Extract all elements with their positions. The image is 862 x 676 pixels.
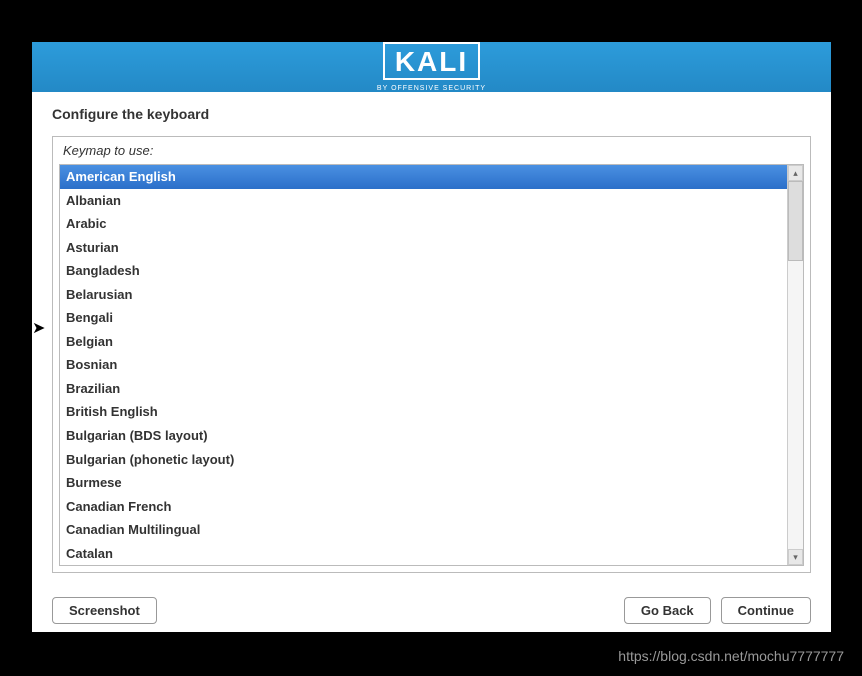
- nav-button-group: Go Back Continue: [624, 597, 811, 624]
- installer-window: KALI BY OFFENSIVE SECURITY Configure the…: [32, 42, 831, 632]
- header-banner: KALI BY OFFENSIVE SECURITY: [32, 42, 831, 92]
- list-item[interactable]: Canadian French: [60, 495, 787, 519]
- list-item[interactable]: Bulgarian (phonetic layout): [60, 448, 787, 472]
- list-item[interactable]: Canadian Multilingual: [60, 518, 787, 542]
- logo-subtitle: BY OFFENSIVE SECURITY: [377, 85, 486, 92]
- watermark: https://blog.csdn.net/mochu7777777: [618, 648, 844, 664]
- scroll-up-button[interactable]: ▴: [788, 165, 803, 181]
- scroll-down-button[interactable]: ▾: [788, 549, 803, 565]
- list-item[interactable]: Belgian: [60, 330, 787, 354]
- screenshot-button[interactable]: Screenshot: [52, 597, 157, 624]
- list-item[interactable]: Burmese: [60, 471, 787, 495]
- list-item[interactable]: Bulgarian (BDS layout): [60, 424, 787, 448]
- logo-text: KALI: [395, 48, 468, 76]
- list-item[interactable]: Bangladesh: [60, 259, 787, 283]
- keymap-list-container: Keymap to use: American EnglishAlbanianA…: [52, 136, 811, 573]
- list-item[interactable]: British English: [60, 400, 787, 424]
- scroll-track[interactable]: [788, 181, 803, 549]
- list-item[interactable]: Asturian: [60, 236, 787, 260]
- list-item[interactable]: Bosnian: [60, 353, 787, 377]
- keymap-list-wrapper: American EnglishAlbanianArabicAsturianBa…: [59, 164, 804, 566]
- list-item[interactable]: Catalan: [60, 542, 787, 566]
- page-title: Configure the keyboard: [52, 106, 811, 122]
- content-area: Configure the keyboard Keymap to use: Am…: [32, 92, 831, 583]
- list-item[interactable]: Arabic: [60, 212, 787, 236]
- continue-button[interactable]: Continue: [721, 597, 811, 624]
- list-item[interactable]: Brazilian: [60, 377, 787, 401]
- chevron-down-icon: ▾: [793, 552, 798, 563]
- keymap-list-label: Keymap to use:: [59, 143, 804, 164]
- list-item[interactable]: American English: [60, 165, 787, 189]
- scroll-thumb[interactable]: [788, 181, 803, 261]
- list-item[interactable]: Belarusian: [60, 283, 787, 307]
- button-bar: Screenshot Go Back Continue: [32, 583, 831, 638]
- list-item[interactable]: Albanian: [60, 189, 787, 213]
- go-back-button[interactable]: Go Back: [624, 597, 711, 624]
- list-item[interactable]: Bengali: [60, 306, 787, 330]
- keymap-list[interactable]: American EnglishAlbanianArabicAsturianBa…: [60, 165, 787, 565]
- scrollbar[interactable]: ▴ ▾: [787, 165, 803, 565]
- chevron-up-icon: ▴: [793, 168, 798, 179]
- kali-logo: KALI: [383, 42, 480, 80]
